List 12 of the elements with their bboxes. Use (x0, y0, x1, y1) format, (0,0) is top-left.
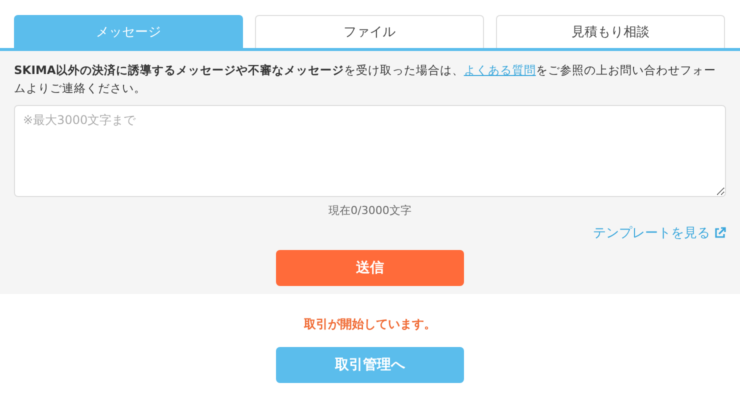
tab[interactable]: ファイル (255, 15, 484, 48)
notice-text: SKIMA以外の決済に誘導するメッセージや不審なメッセージを受け取った場合は、よくある質問をご参照の上お問い合わせフォームよりご連絡ください。 (14, 62, 717, 97)
faq-link[interactable]: よくある質問 (464, 63, 536, 77)
tab[interactable]: メッセージ (14, 15, 243, 48)
send-button[interactable]: 送信 (276, 250, 464, 286)
manage-button[interactable]: 取引管理へ (276, 347, 464, 383)
external-link-icon (714, 227, 726, 239)
template-link[interactable]: テンプレートを見る (593, 224, 726, 242)
status-message: 取引が開始しています。 (304, 316, 436, 333)
tab[interactable]: 見積もり相談 (496, 15, 725, 48)
message-field[interactable]: ※最大3000文字まで (14, 105, 726, 197)
char-count: 現在0/3000文字 (328, 203, 412, 218)
